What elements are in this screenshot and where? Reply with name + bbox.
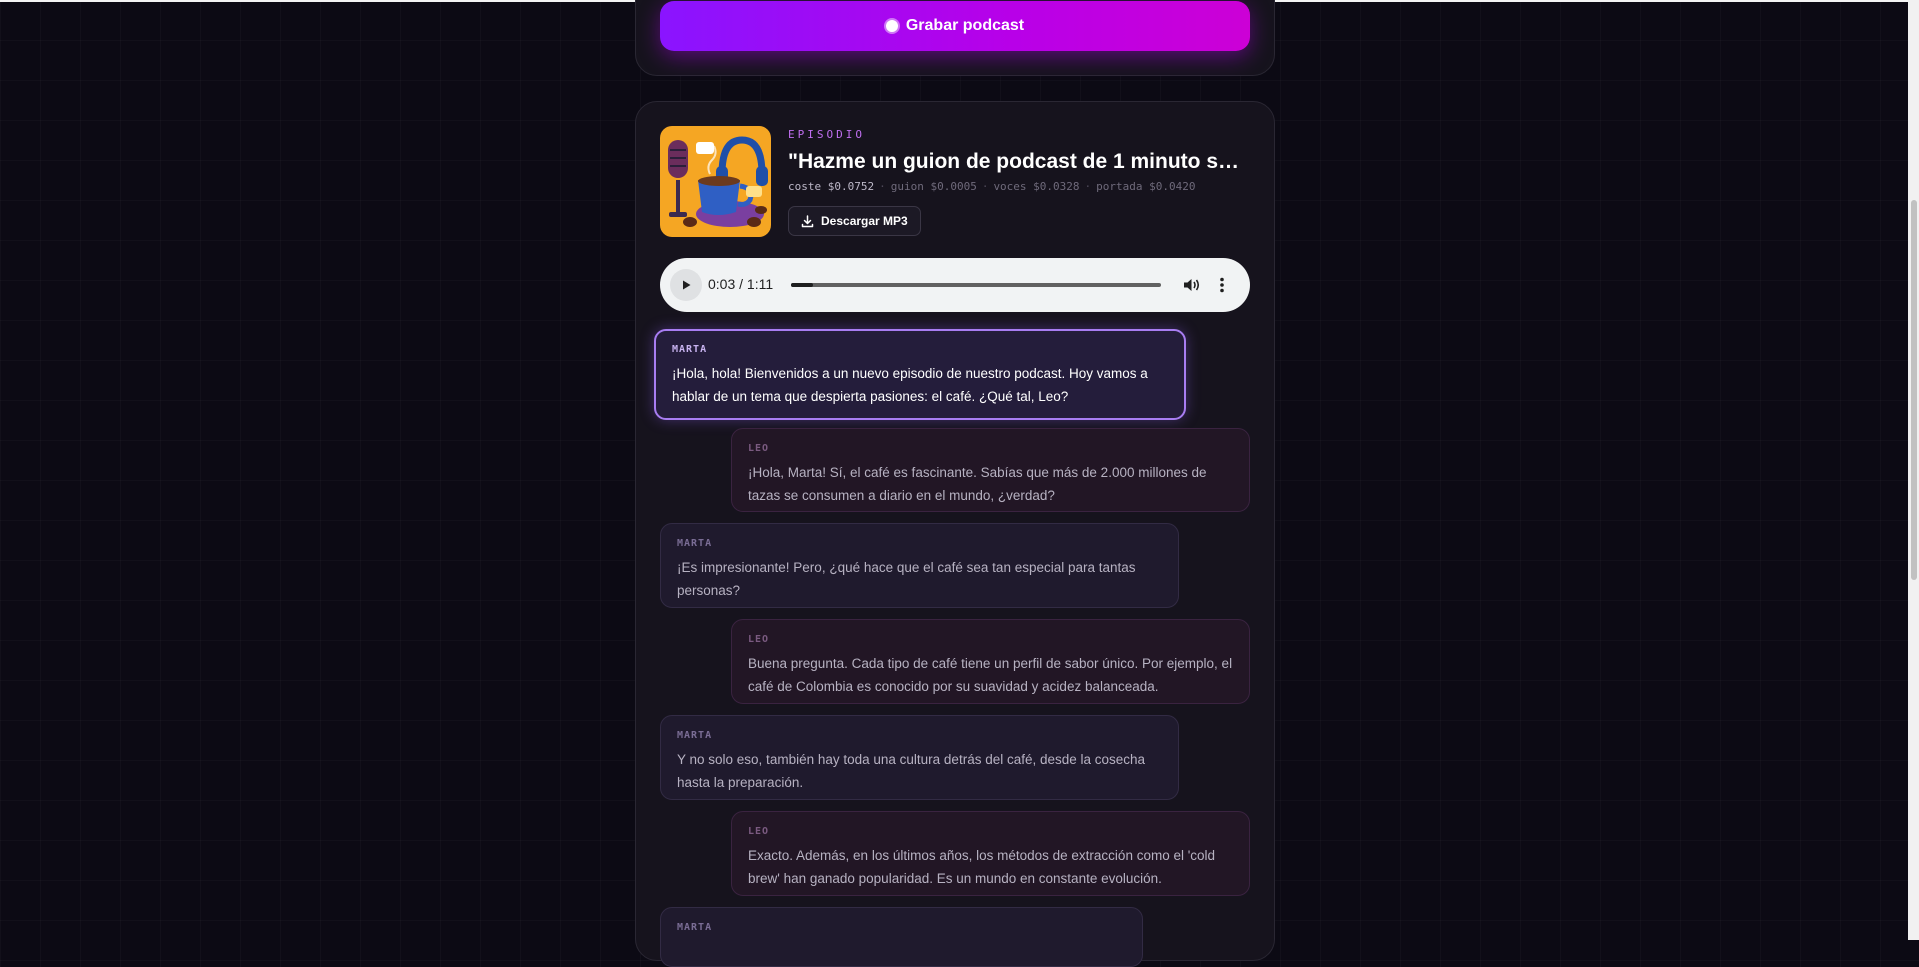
volume-icon [1184, 279, 1200, 291]
transcript-line[interactable]: LEO ¡Hola, Marta! Sí, el café es fascina… [731, 428, 1250, 512]
more-vert-icon [1220, 277, 1224, 293]
record-podcast-button[interactable]: Grabar podcast [660, 1, 1250, 51]
progress-fill [791, 283, 814, 287]
line-text: ¡Hola, Marta! Sí, el café es fascinante.… [748, 465, 1207, 503]
play-icon [683, 280, 691, 290]
volume-button[interactable] [1180, 274, 1202, 296]
line-text: Exacto. Además, en los últimos años, los… [748, 848, 1216, 886]
speaker-name: MARTA [677, 922, 713, 933]
more-options-button[interactable] [1211, 274, 1233, 296]
record-button-label: Grabar podcast [905, 17, 1025, 34]
line-text: ¡Es impresionante! Pero, ¿qué hace que e… [677, 560, 1136, 598]
transcript-line[interactable]: LEO Buena pregunta. Cada tipo de café ti… [731, 619, 1250, 704]
episode-title: "Hazme un guion de podcast de 1 minuto s… [788, 150, 1250, 173]
cost-script: guion $0.0005 [890, 180, 977, 193]
speaker-name: MARTA [677, 538, 713, 549]
download-label: Descargar MP3 [821, 214, 908, 228]
speaker-name: LEO [748, 826, 770, 837]
speaker-name: MARTA [677, 730, 713, 741]
transcript-line[interactable]: LEO Exacto. Además, en los últimos años,… [731, 811, 1250, 896]
speaker-name: MARTA [672, 344, 708, 355]
transcript-line[interactable]: MARTA Y no solo eso, también hay toda un… [660, 715, 1179, 800]
record-dot-icon [885, 20, 898, 32]
download-mp3-button[interactable]: Descargar MP3 [788, 206, 921, 236]
speaker-name: LEO [748, 443, 770, 454]
cost-voices: voces $0.0328 [993, 180, 1080, 193]
cost-breakdown: coste $0.0752 · guion $0.0005 · voces $0.032… [788, 180, 1196, 193]
line-text: Y no solo eso, también hay toda una cult… [677, 752, 1146, 790]
play-button[interactable] [670, 269, 702, 301]
cost-total: coste $0.0752 [788, 180, 875, 193]
episode-cover-image [660, 126, 771, 237]
audio-player: 0:03 / 1:11 [660, 258, 1250, 312]
scrollbar-thumb[interactable] [1911, 200, 1917, 580]
speaker-name: LEO [748, 634, 770, 645]
episode-label: EPISODIO [788, 128, 865, 141]
cost-cover: portada $0.0420 [1096, 180, 1196, 193]
playback-time: 0:03 / 1:11 [708, 276, 774, 292]
line-text: ¡Hola, hola! Bienvenidos a un nuevo epis… [672, 366, 1148, 404]
coffee-podcast-illustration [660, 126, 771, 237]
download-icon [801, 214, 814, 227]
transcript-line-active[interactable]: MARTA ¡Hola, hola! Bienvenidos a un nuev… [654, 329, 1186, 420]
transcript-line[interactable]: MARTA [660, 907, 1143, 967]
transcript-line[interactable]: MARTA ¡Es impresionante! Pero, ¿qué hace… [660, 523, 1179, 608]
line-text: Buena pregunta. Cada tipo de café tiene … [748, 656, 1233, 694]
progress-slider[interactable] [791, 283, 1161, 287]
